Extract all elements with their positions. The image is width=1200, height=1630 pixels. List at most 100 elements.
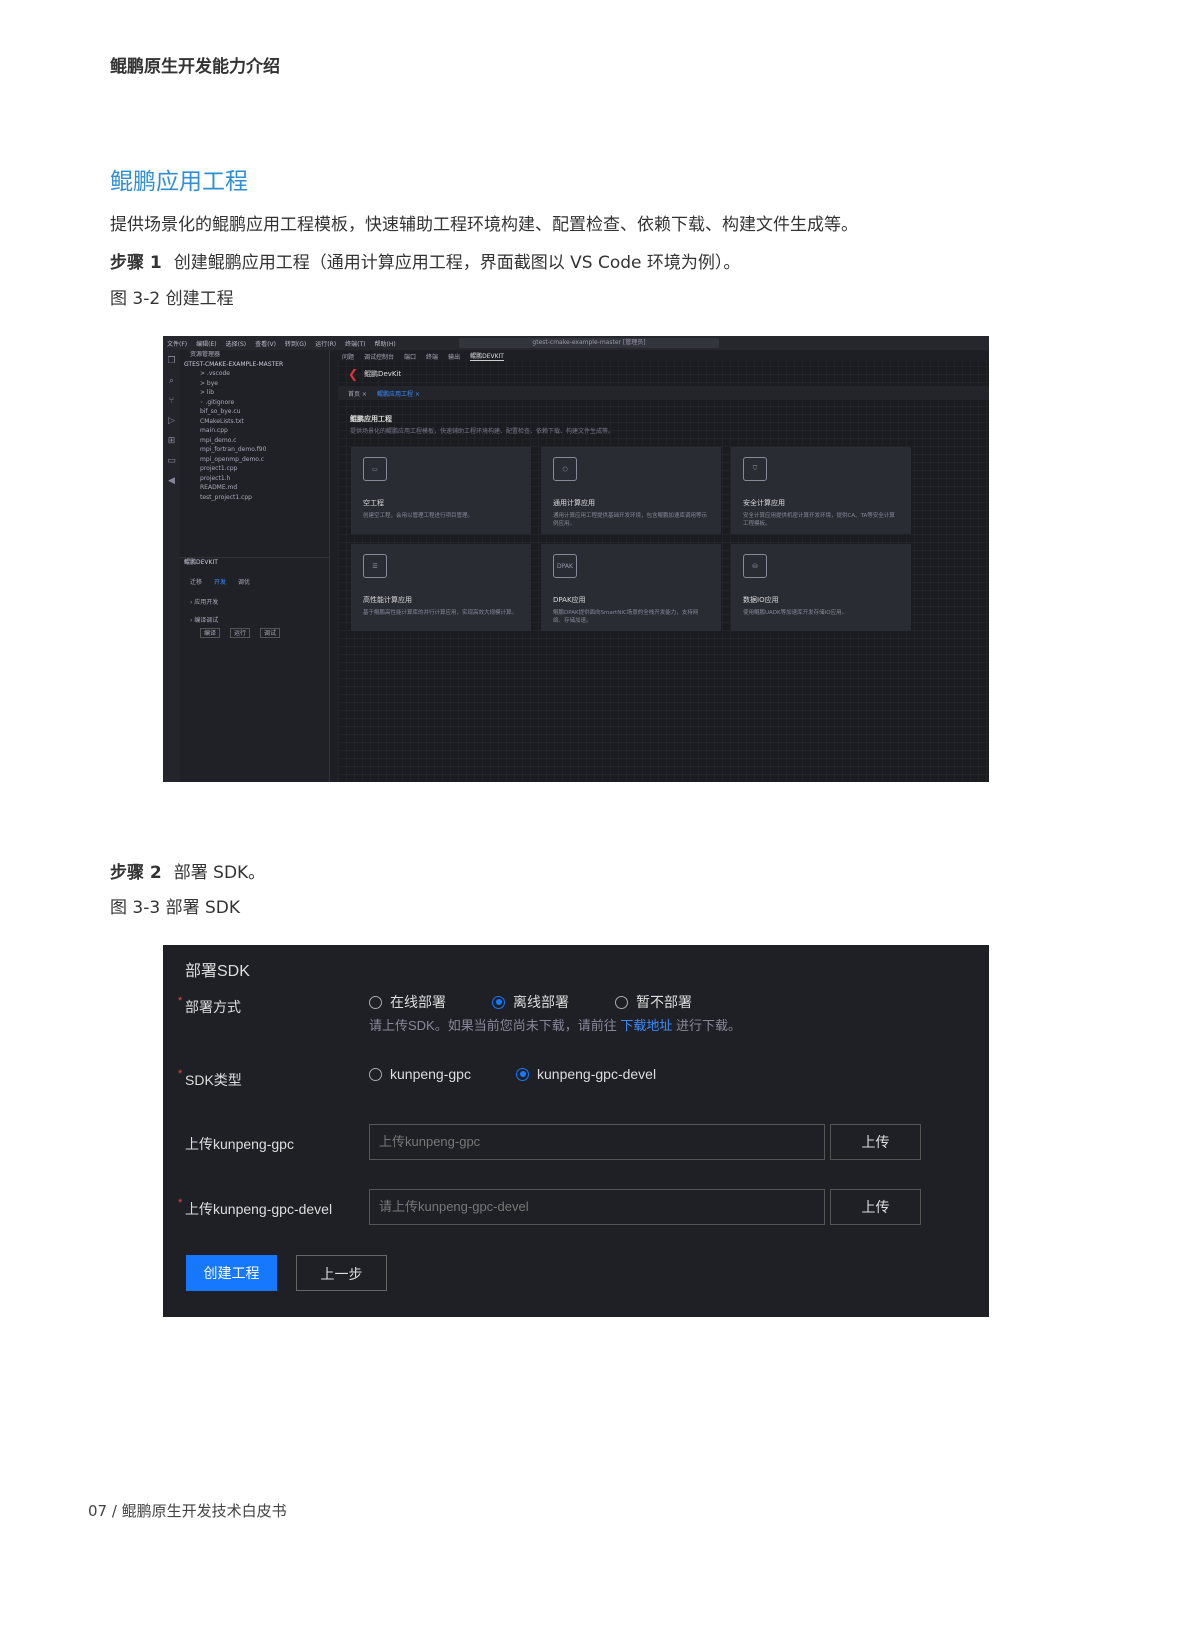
file-item[interactable]: test_project1.cpp (190, 493, 329, 503)
debug-icon[interactable]: ▷ (168, 416, 175, 426)
page-footer: 07 / 鲲鹏原生开发技术白皮书 (88, 1502, 287, 1520)
file-item[interactable]: project1.cpp (190, 464, 329, 474)
radio-icon (369, 1067, 382, 1081)
shield-icon: ⛉ (743, 457, 767, 481)
devkit-item[interactable]: › 编译调试 (180, 616, 218, 626)
menu-item[interactable]: 编辑(E) (196, 339, 216, 348)
file-item[interactable]: main.cpp (190, 426, 329, 436)
file-item[interactable]: mpi_fortran_demo.f90 (190, 445, 329, 455)
radio-offline[interactable]: 离线部署 (492, 992, 569, 1012)
figure-caption: 图 3-2 创建工程 (110, 289, 234, 309)
card-title: DPAK应用 (553, 596, 586, 604)
radio-skip[interactable]: 暂不部署 (615, 992, 692, 1012)
card-title: 空工程 (363, 499, 384, 507)
search-box[interactable]: gtest-cmake-example-master [管理员] (459, 338, 719, 348)
card-title: 通用计算应用 (553, 499, 595, 507)
menu-item[interactable]: 运行(R) (315, 339, 336, 348)
menu-item[interactable]: 转到(G) (285, 339, 306, 348)
devkit-tab[interactable]: 开发 (214, 578, 226, 588)
download-link[interactable]: 下载地址 (620, 1018, 672, 1033)
radio-label: 暂不部署 (636, 994, 692, 1010)
radio-online[interactable]: 在线部署 (369, 992, 446, 1012)
dialog-title: 部署SDK (185, 963, 250, 980)
extensions-icon[interactable]: ⊞ (168, 436, 176, 446)
devkit-tab[interactable]: 迁移 (190, 578, 202, 588)
menu-item[interactable]: 终端(T) (345, 339, 365, 348)
card-title: 安全计算应用 (743, 499, 785, 507)
panel-tab[interactable]: 鲲鹏DEVKIT (470, 351, 504, 361)
upload-gpc-devel-input[interactable]: 请上传kunpeng-gpc-devel (369, 1189, 825, 1225)
panel-tab[interactable]: 终端 (426, 352, 438, 361)
source-control-icon[interactable]: ⑂ (169, 396, 174, 406)
running-header: 鲲鹏原生开发能力介绍 (110, 57, 280, 77)
database-icon: ⛁ (743, 554, 767, 578)
radio-label: kunpeng-gpc (390, 1066, 471, 1082)
intro-text: 提供场景化的鲲鹏应用工程模板，快速辅助工程环境构建、配置检查、依赖下载、构建文件… (110, 215, 858, 235)
search-icon[interactable]: ⌕ (169, 376, 174, 386)
sdk-type-label: * SDK类型 (178, 1068, 242, 1088)
label-text: 部署方式 (185, 999, 241, 1015)
step2: 步骤 2 部署 SDK。 (110, 858, 265, 883)
radio-gpc[interactable]: kunpeng-gpc (369, 1066, 471, 1082)
devkit-button[interactable]: 运行 (230, 628, 251, 638)
file-item[interactable]: > .vscode (190, 369, 329, 379)
figure-caption: 图 3-3 部署 SDK (110, 898, 241, 918)
menu-item[interactable]: 查看(V) (255, 339, 276, 348)
card-title: 数据IO应用 (743, 596, 779, 604)
hint-text: 请上传SDK。如果当前您尚未下载，请前往 (369, 1018, 617, 1033)
devkit-tab[interactable]: 调优 (238, 578, 250, 588)
project-template-card[interactable]: ⛉ 安全计算应用 安全计算应用提供机密计算开发环境，提供CA、TA等安全计算工程模板… (731, 447, 911, 534)
upload2-label: * 上传kunpeng-gpc-devel (178, 1197, 333, 1217)
deploy-label: * 部署方式 (178, 995, 241, 1015)
panel-tab[interactable]: 调试控制台 (364, 352, 394, 361)
radio-label: 在线部署 (390, 994, 446, 1010)
vscode-screenshot: 文件(F) 编辑(E) 选择(S) 查看(V) 转到(G) 运行(R) 终端(T) 帮助(H)… (163, 336, 989, 782)
step-text: 创建鲲鹏应用工程（通用计算应用工程，界面截图以 VS Code 环境为例）。 (173, 253, 741, 273)
menu-item[interactable]: 帮助(H) (374, 339, 395, 348)
page-title: 鲲鹏应用工程 (350, 415, 392, 423)
deploy-sdk-dialog: 部署SDK * 部署方式 在线部署 离线部署 暂不部署 请上传SDK。如果当前您尚… (163, 945, 989, 1317)
explorer-title: 资源管理器 (190, 351, 221, 358)
create-project-button[interactable]: 创建工程 (186, 1255, 277, 1291)
menu-item[interactable]: 文件(F) (167, 339, 187, 348)
project-template-card[interactable]: ⬡ 通用计算应用 通用计算应用工程提供基础开发环境，包含鲲鹏加速库调用等示例应用。 (541, 447, 721, 534)
card-desc: 基于鲲鹏高性能计算库的并行计算应用，实现高效大规模计算。 (363, 610, 518, 616)
radio-gpc-devel[interactable]: kunpeng-gpc-devel (516, 1066, 656, 1082)
files-icon[interactable]: ❐ (167, 356, 175, 366)
upload-gpc-input[interactable]: 上传kunpeng-gpc (369, 1124, 825, 1160)
file-item[interactable]: project1.h (190, 474, 329, 484)
upload-gpc-devel-button[interactable]: 上传 (830, 1189, 921, 1225)
step-text: 部署 SDK。 (173, 863, 266, 883)
upload1-label: 上传kunpeng-gpc (185, 1136, 294, 1152)
remote-icon[interactable]: ▭ (167, 456, 176, 466)
label-text: SDK类型 (185, 1072, 242, 1088)
devkit-panel-title[interactable]: 鲲鹏DEVKIT (180, 557, 329, 567)
label-text: 上传kunpeng-gpc-devel (185, 1201, 333, 1217)
project-template-card[interactable]: DPAK DPAK应用 鲲鹏DPAK提供面向SmartNIC场景的全栈开发能力，支持… (541, 544, 721, 631)
project-template-card[interactable]: ▭ 空工程 创建空工程，会用以管理工程进行项目管理。 (351, 447, 531, 534)
radio-selected-icon (492, 995, 505, 1009)
menu-item[interactable]: 选择(S) (226, 339, 247, 348)
radio-label: 离线部署 (513, 994, 569, 1010)
project-template-card[interactable]: ⛁ 数据IO应用 使用鲲鹏UADK等加速库开发存储IO应用。 (731, 544, 911, 631)
devkit-button[interactable]: 编译 (200, 628, 221, 638)
radio-icon (615, 995, 628, 1009)
brand-name: 鲲鹏DevKit (364, 370, 402, 378)
step1: 步骤 1 创建鲲鹏应用工程（通用计算应用工程，界面截图以 VS Code 环境为例… (110, 248, 740, 273)
file-item[interactable]: mpi_demo.c (190, 436, 329, 446)
editor-tab[interactable]: 鲲鹏应用工程 × (377, 389, 420, 398)
file-item[interactable]: mpi_openmp_demo.c (190, 455, 329, 465)
editor-tab[interactable]: 首页 × (348, 389, 367, 398)
devkit-item[interactable]: › 应用开发 (180, 598, 218, 608)
devkit-button[interactable]: 调试 (260, 628, 281, 638)
panel-tab[interactable]: 问题 (342, 352, 354, 361)
file-item[interactable]: README.md (190, 483, 329, 493)
previous-step-button[interactable]: 上一步 (296, 1255, 387, 1291)
project-template-card[interactable]: ☰ 高性能计算应用 基于鲲鹏高性能计算库的并行计算应用，实现高效大规模计算。 (351, 544, 531, 631)
panel-tab[interactable]: 输出 (448, 352, 460, 361)
section-title: 鲲鹏应用工程 (110, 169, 248, 195)
upload-gpc-button[interactable]: 上传 (830, 1124, 921, 1160)
project-root[interactable]: GTEST-CMAKE-EXAMPLE-MASTER (180, 360, 329, 370)
kunpeng-icon[interactable]: ◀ (168, 476, 175, 486)
panel-tab[interactable]: 端口 (404, 352, 416, 361)
